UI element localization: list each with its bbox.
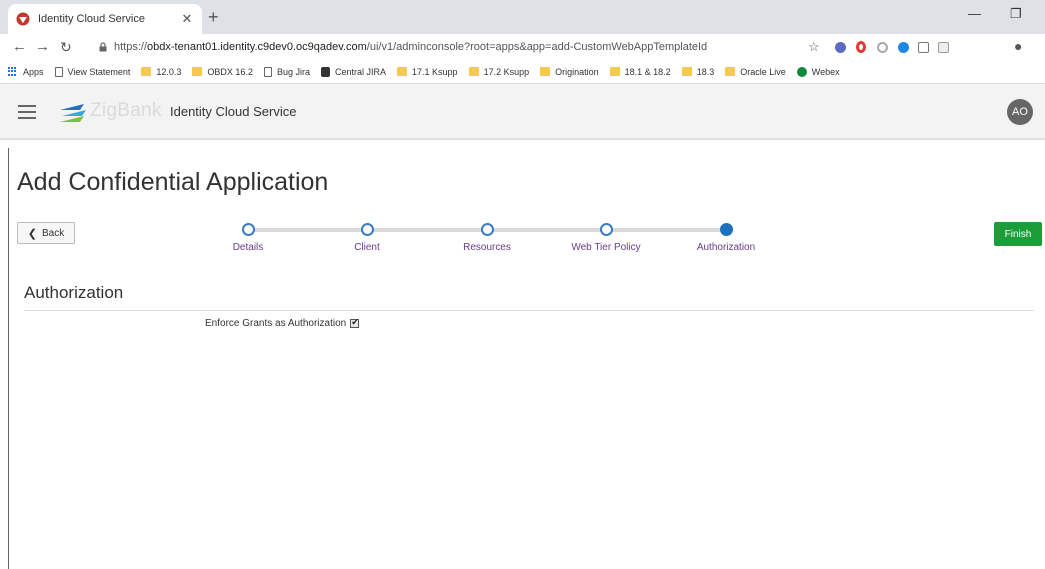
extension-icon[interactable] — [938, 42, 949, 53]
extension-icon[interactable] — [898, 42, 909, 53]
bookmark-17-1-ksupp[interactable]: 17.1 Ksupp — [397, 67, 458, 77]
bookmark-central-jira[interactable]: Central JIRA — [320, 66, 386, 77]
new-tab-icon[interactable]: + — [208, 8, 219, 26]
avatar[interactable]: AO — [1007, 99, 1033, 125]
brand-name: ZigBank — [90, 100, 162, 121]
back-arrow-icon[interactable]: ← — [12, 38, 27, 56]
folder-icon — [397, 67, 408, 76]
bookmark-origination[interactable]: Origination — [540, 67, 599, 77]
train-stop-web-tier-policy[interactable]: Web Tier Policy — [556, 220, 656, 253]
page-icon — [54, 66, 63, 77]
folder-icon — [725, 67, 736, 76]
bookmark-star-icon[interactable]: ☆ — [808, 38, 820, 56]
enforce-grants-checkbox[interactable] — [350, 317, 360, 328]
url-path: /ui/v1/adminconsole?root=apps&app=add-Cu… — [366, 41, 708, 53]
zigbank-logo-icon — [60, 104, 86, 122]
bookmark-view-statement[interactable]: View Statement — [54, 66, 130, 77]
bookmarks-bar: Apps View Statement 12.0.3 OBDX 16.2 Bug… — [0, 60, 1045, 84]
menu-icon[interactable] — [18, 105, 36, 119]
train-stop-details[interactable]: Details — [198, 220, 298, 253]
train-stop-circle — [360, 223, 374, 236]
jira-icon — [320, 66, 330, 77]
section-divider — [24, 310, 1034, 311]
apps-grid-icon — [8, 66, 18, 77]
lock-icon — [99, 42, 107, 52]
folder-icon — [681, 67, 692, 76]
browser-tab-strip: Identity Cloud Service ✕ + — ❐ — [0, 0, 1045, 34]
extension-icon[interactable] — [877, 42, 888, 53]
section-title: Authorization — [24, 283, 124, 302]
tab-close-icon[interactable]: ✕ — [180, 11, 194, 27]
page-left-border — [8, 148, 9, 569]
app-header: ZigBank Identity Cloud Service AO — [0, 84, 1045, 140]
folder-icon — [141, 67, 152, 76]
bookmark-18-1-18-2[interactable]: 18.1 & 18.2 — [609, 67, 671, 77]
bookmark-18-3[interactable]: 18.3 — [681, 67, 714, 77]
bookmark-webex[interactable]: Webex — [796, 66, 840, 77]
opera-icon[interactable] — [856, 41, 866, 53]
folder-icon — [540, 67, 551, 76]
train-stop-resources[interactable]: Resources — [437, 220, 537, 253]
restore-icon[interactable]: ❐ — [1010, 6, 1022, 22]
train-stop-circle — [480, 223, 494, 236]
camera-icon[interactable] — [918, 42, 929, 53]
webex-icon — [796, 66, 807, 77]
identity-favicon-icon — [16, 12, 30, 26]
folder-icon — [468, 67, 479, 76]
bookmark-oracle-live[interactable]: Oracle Live — [725, 67, 786, 77]
url-field[interactable]: https://obdx-tenant01.identity.c9dev0.oc… — [88, 37, 836, 57]
browser-tab[interactable]: Identity Cloud Service ✕ — [8, 4, 202, 34]
enforce-grants-field: Enforce Grants as Authorization — [205, 317, 360, 329]
forward-arrow-icon[interactable]: → — [35, 38, 50, 56]
url-prefix: https:// — [114, 41, 148, 53]
profile-icon[interactable]: ● — [1014, 37, 1022, 55]
train-stop-authorization[interactable]: Authorization — [676, 220, 776, 253]
bookmark-1203[interactable]: 12.0.3 — [141, 67, 181, 77]
reload-icon[interactable]: ↻ — [60, 38, 72, 56]
bookmark-obdx[interactable]: OBDX 16.2 — [192, 67, 253, 77]
page-title: Add Confidential Application — [17, 168, 329, 196]
address-bar-row: ← → ↻ https://obdx-tenant01.identity.c9d… — [0, 34, 1045, 60]
bookmark-bug-jira[interactable]: Bug Jira — [263, 66, 310, 77]
folder-icon — [192, 67, 203, 76]
folder-icon — [609, 67, 620, 76]
train-stop-client[interactable]: Client — [317, 220, 417, 253]
service-title: Identity Cloud Service — [170, 104, 297, 119]
url-host: obdx-tenant01.identity.c9dev0.oc9qadev.c… — [147, 41, 367, 53]
bookmark-17-2-ksupp[interactable]: 17.2 Ksupp — [468, 67, 529, 77]
enforce-grants-label: Enforce Grants as Authorization — [205, 318, 347, 329]
bookmark-apps[interactable]: Apps — [8, 66, 44, 77]
minimize-icon[interactable]: — — [968, 6, 981, 21]
wizard-train: Details Client Resources Web Tier Policy… — [0, 220, 1045, 260]
train-stop-circle — [241, 223, 255, 236]
page-icon — [263, 66, 272, 77]
train-stop-circle-active — [719, 223, 733, 236]
train-stop-circle — [599, 223, 613, 236]
extension-icon[interactable] — [835, 42, 846, 53]
tab-title: Identity Cloud Service — [38, 13, 145, 25]
